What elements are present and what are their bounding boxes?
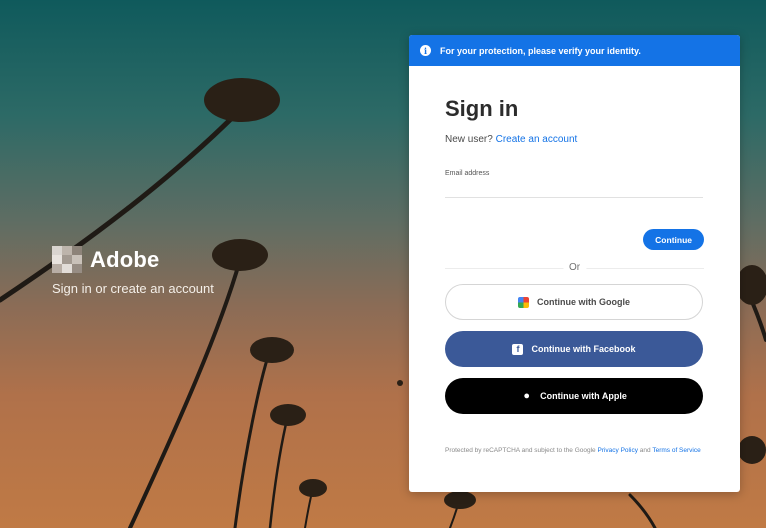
brand-block: Adobe Sign in or create an account <box>52 246 214 296</box>
continue-with-apple-button[interactable]: ● Continue with Apple <box>445 378 703 414</box>
continue-button[interactable]: Continue <box>643 229 704 250</box>
info-icon: i <box>420 45 431 56</box>
terms-of-service-link[interactable]: Terms of Service <box>652 447 700 454</box>
privacy-policy-link[interactable]: Privacy Policy <box>597 447 637 454</box>
facebook-label: Continue with Facebook <box>531 344 636 354</box>
continue-with-facebook-button[interactable]: f Continue with Facebook <box>445 331 703 367</box>
signin-card: i For your protection, please verify you… <box>409 35 740 492</box>
google-label: Continue with Google <box>537 297 630 307</box>
recaptcha-notice: Protected by reCAPTCHA and subject to th… <box>445 445 703 457</box>
facebook-icon: f <box>512 343 524 355</box>
google-icon <box>518 296 529 308</box>
apple-label: Continue with Apple <box>540 391 627 401</box>
email-field[interactable] <box>445 181 703 198</box>
apple-icon: ● <box>523 390 530 402</box>
page-title: Sign in <box>445 96 519 121</box>
or-label: Or <box>562 262 587 273</box>
brand-name: Adobe <box>90 246 160 272</box>
create-account-link[interactable]: Create an account <box>496 134 578 145</box>
continue-with-google-button[interactable]: Continue with Google <box>445 284 703 320</box>
security-banner: i For your protection, please verify you… <box>409 35 740 66</box>
legal-prefix: Protected by reCAPTCHA and subject to th… <box>445 447 596 454</box>
banner-text: For your protection, please verify your … <box>440 45 641 56</box>
brand-subtitle: Sign in or create an account <box>52 281 214 296</box>
legal-and: and <box>639 447 651 454</box>
new-user-prefix: New user? <box>445 134 493 145</box>
new-user-line: New user? Create an account <box>445 134 704 145</box>
email-label: Email address <box>445 170 490 177</box>
adobe-logo <box>52 246 82 273</box>
or-divider: Or <box>445 262 704 274</box>
